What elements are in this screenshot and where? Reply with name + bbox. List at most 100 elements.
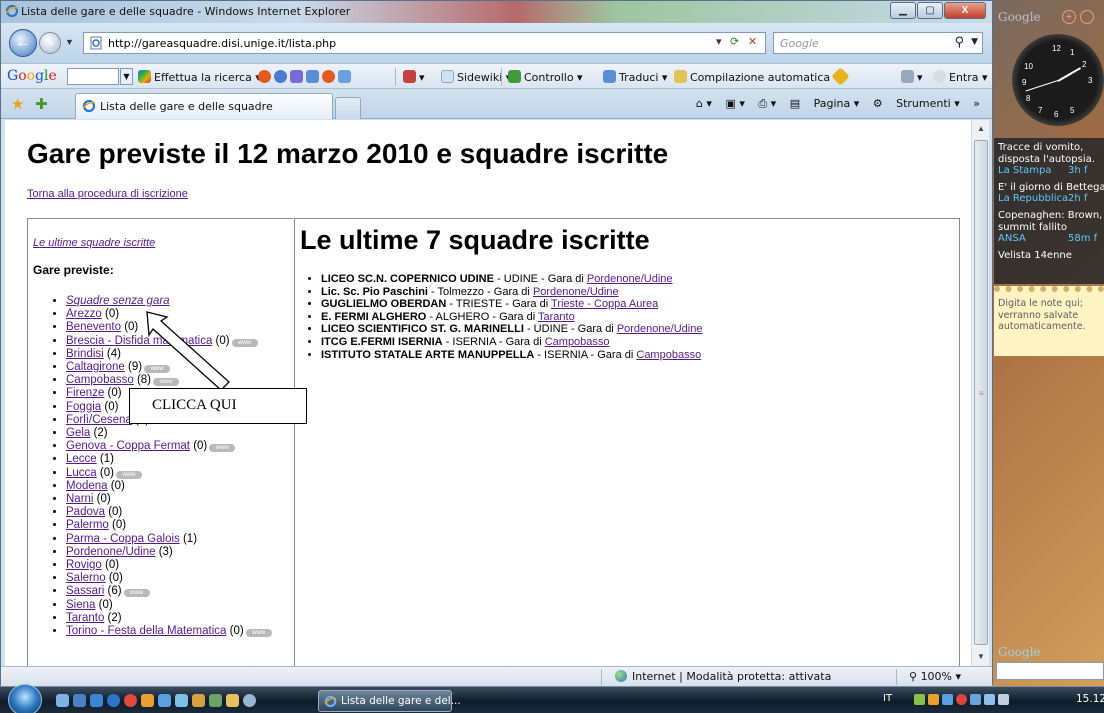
race-link[interactable]: Salerno xyxy=(66,572,106,584)
clock-gadget[interactable]: 12 1 2 3 10 9 8 7 6 5 xyxy=(1012,34,1104,126)
search-input[interactable]: Google ⚲ ▼ xyxy=(773,32,983,54)
back-to-registration-link[interactable]: Torna alla procedura di iscrizione xyxy=(27,188,188,200)
race-link[interactable]: Modena xyxy=(66,480,108,492)
race-link[interactable]: Rovigo xyxy=(66,559,102,571)
race-link[interactable]: Gela xyxy=(66,427,90,439)
tray-icon[interactable] xyxy=(942,694,953,705)
race-link[interactable]: Palermo xyxy=(66,519,109,531)
feed-item[interactable]: Tracce di vomito, disposta l'autopsia. L… xyxy=(998,142,1104,177)
feeds-icon[interactable]: ▣ ▾ xyxy=(725,97,744,110)
www-badge[interactable]: www xyxy=(245,629,272,638)
google-search-button[interactable]: Effettua la ricerca ▾ xyxy=(138,70,261,84)
home-icon[interactable]: ⌂ ▾ xyxy=(696,97,712,110)
explorer-icon[interactable] xyxy=(90,694,103,707)
print-icon[interactable]: ⎙ ▾ xyxy=(758,97,776,110)
team-race-link[interactable]: Pordenone/Udine xyxy=(617,323,703,335)
address-input[interactable]: http://gareasquadre.disi.unige.it/lista.… xyxy=(83,32,766,54)
search-icon[interactable]: ⚲ xyxy=(954,35,964,50)
race-link[interactable]: Firenze xyxy=(66,387,104,399)
race-link[interactable]: Caltagirone xyxy=(66,361,125,373)
race-link[interactable]: Siena xyxy=(66,599,95,611)
pencil-icon[interactable] xyxy=(831,67,850,86)
race-link[interactable]: Narni xyxy=(66,493,93,505)
race-link[interactable]: Foggia xyxy=(66,401,101,413)
tray-icon[interactable] xyxy=(956,694,967,705)
refresh-icon[interactable]: ⟳ xyxy=(730,35,739,48)
sign-in-button[interactable]: Entra ▾ xyxy=(933,70,988,84)
race-link[interactable]: Lucca xyxy=(66,467,97,479)
race-link[interactable]: Padova xyxy=(66,506,105,518)
new-tab-button[interactable] xyxy=(335,97,361,119)
security-zone[interactable]: Internet | Modalità protetta: attivata xyxy=(615,670,831,683)
vertical-scrollbar[interactable]: ▲ ≡ ▼ xyxy=(971,120,989,666)
www-badge[interactable]: www xyxy=(123,589,150,598)
notes-gadget[interactable]: Digita le note qui; verranno salvate aut… xyxy=(994,286,1104,356)
feed-item[interactable]: Velista 14enne xyxy=(998,250,1104,262)
race-link[interactable]: Arezzo xyxy=(66,308,102,320)
minimize-button[interactable]: ▁ xyxy=(890,2,916,19)
team-race-link[interactable]: Campobasso xyxy=(545,336,610,348)
race-link[interactable]: Forlì/Cesena xyxy=(66,414,132,426)
google-toolbar-dropdown-icon[interactable]: ▼ xyxy=(120,68,133,85)
tools-menu[interactable]: ⚙ Strumenti ▾ xyxy=(873,97,960,110)
spellcheck-button[interactable]: Controllo ▾ xyxy=(508,70,583,84)
team-race-link[interactable]: Taranto xyxy=(538,311,575,323)
app-icon[interactable] xyxy=(243,694,256,707)
settings-wrench-icon[interactable]: ▾ xyxy=(901,70,923,84)
zoom-control[interactable]: ⚲ 100% ▾ xyxy=(909,670,961,683)
race-link[interactable]: Taranto xyxy=(66,612,104,624)
start-button[interactable] xyxy=(8,684,42,713)
app-icon[interactable] xyxy=(209,694,222,707)
race-link[interactable]: Brindisi xyxy=(66,348,104,360)
add-favorite-icon[interactable]: ✚ xyxy=(35,95,48,113)
user-icon[interactable] xyxy=(226,694,239,707)
maximize-button[interactable]: ▢ xyxy=(917,2,943,19)
race-link[interactable]: Parma - Coppa Galois xyxy=(66,533,180,545)
search-dropdown-icon[interactable]: ▼ xyxy=(971,37,978,47)
language-indicator[interactable]: IT xyxy=(883,693,892,704)
paint-icon[interactable] xyxy=(192,694,205,707)
race-link[interactable]: Sassari xyxy=(66,585,104,597)
url-dropdown-icon[interactable]: ▾ xyxy=(716,35,722,48)
toolbar-overflow-icon[interactable]: » xyxy=(973,97,980,110)
document-icon[interactable] xyxy=(158,694,171,707)
sidebar-search-input[interactable] xyxy=(996,662,1104,680)
page-menu[interactable]: ▤ Pagina ▾ xyxy=(790,97,860,110)
race-link[interactable]: Benevento xyxy=(66,321,121,333)
share-button[interactable]: ▾ xyxy=(403,70,425,84)
team-race-link[interactable]: Campobasso xyxy=(636,349,701,361)
sidebar-nav-icon[interactable] xyxy=(1080,10,1094,24)
volume-icon[interactable] xyxy=(998,694,1009,705)
team-race-link[interactable]: Pordenone/Udine xyxy=(533,286,619,298)
team-race-link[interactable]: Trieste - Coppa Aurea xyxy=(551,298,658,310)
race-link[interactable]: Genova - Coppa Fermat xyxy=(66,440,190,452)
tab-active[interactable]: Lista delle gare e delle squadre xyxy=(75,93,333,119)
scroll-up-icon[interactable]: ▲ xyxy=(974,122,988,136)
feed-item[interactable]: Copenaghen: Brown, summit fallito ANSA 58… xyxy=(998,210,1104,245)
race-link[interactable]: Campobasso xyxy=(66,374,134,386)
switch-windows-icon[interactable] xyxy=(73,694,86,707)
race-link[interactable]: Pordenone/Udine xyxy=(66,546,156,558)
forward-button[interactable]: → xyxy=(39,32,61,54)
network-icon[interactable] xyxy=(984,694,995,705)
scroll-thumb[interactable]: ≡ xyxy=(974,140,988,645)
add-gadget-icon[interactable]: + xyxy=(1062,10,1076,24)
back-button[interactable]: ← xyxy=(9,29,37,57)
race-link[interactable]: Squadre senza gara xyxy=(66,295,170,307)
ie-quicklaunch-icon[interactable] xyxy=(107,694,120,707)
scroll-down-icon[interactable]: ▼ xyxy=(974,650,988,664)
taskbar-ie-button[interactable]: Lista delle gare e del... xyxy=(318,690,461,712)
autofill-button[interactable]: Compilazione automatica ▾ xyxy=(674,70,839,84)
google-toolbar-input[interactable] xyxy=(67,68,119,85)
show-desktop-icon[interactable] xyxy=(56,694,69,707)
race-link[interactable]: Lecce xyxy=(66,453,97,465)
tray-icon[interactable] xyxy=(928,694,939,705)
taskbar-clock[interactable]: 15.12 xyxy=(1076,693,1104,705)
translate-button[interactable]: Traduci ▾ xyxy=(603,70,667,84)
stop-icon[interactable]: ✕ xyxy=(748,35,757,48)
toolbar-icons-group[interactable] xyxy=(258,70,354,84)
last-teams-link[interactable]: Le ultime squadre iscritte xyxy=(33,237,155,249)
history-dropdown-icon[interactable]: ▼ xyxy=(65,37,74,47)
feed-item[interactable]: E' il giorno di Bettega La Repubblica 2h … xyxy=(998,182,1104,205)
www-badge[interactable]: www xyxy=(209,444,236,453)
